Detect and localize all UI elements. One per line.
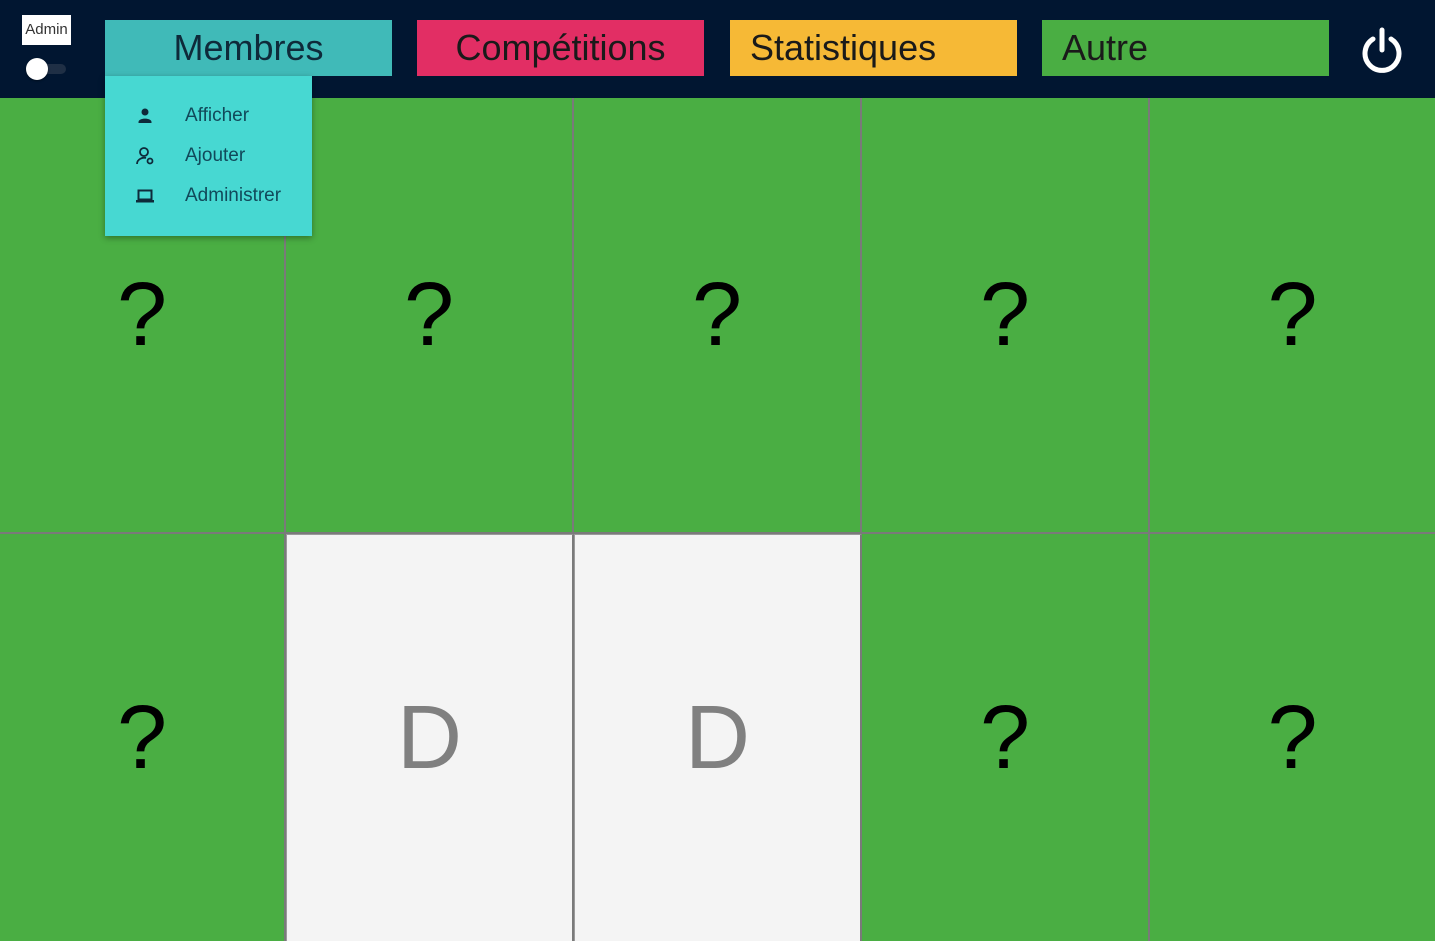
admin-label: Admin xyxy=(22,15,71,45)
admin-toggle-knob xyxy=(26,58,48,80)
menu-item-label: Ajouter xyxy=(185,145,246,166)
cell-label: D xyxy=(685,688,750,788)
cell-label: ? xyxy=(403,265,455,365)
cell-label: ? xyxy=(979,265,1031,365)
cell-label: D xyxy=(397,688,462,788)
grid-cell[interactable]: ? xyxy=(286,98,574,534)
grid-cell-revealed[interactable]: D xyxy=(286,534,574,941)
cell-label: ? xyxy=(979,687,1031,788)
person-add-icon xyxy=(135,146,155,166)
cell-label: ? xyxy=(1267,687,1318,788)
grid-cell[interactable]: ? xyxy=(0,534,286,941)
menu-item-label: Afficher xyxy=(185,105,250,126)
nav-membres-button[interactable]: Membres xyxy=(105,20,392,76)
cell-label: ? xyxy=(691,265,743,365)
grid-cell[interactable]: ? xyxy=(1150,98,1435,534)
membres-dropdown-menu: Afficher Ajouter Administrer xyxy=(105,76,312,236)
menu-item-administrer[interactable]: Administrer xyxy=(105,176,312,216)
grid-cell[interactable]: ? xyxy=(862,534,1150,941)
grid-cell-revealed[interactable]: D xyxy=(574,534,862,941)
menu-item-afficher[interactable]: Afficher xyxy=(105,96,312,136)
person-icon xyxy=(135,106,155,126)
cell-label: ? xyxy=(116,687,168,788)
nav-competitions-button[interactable]: Compétitions xyxy=(417,20,704,76)
cell-label: ? xyxy=(1267,265,1318,365)
power-icon[interactable] xyxy=(1356,26,1408,78)
admin-toggle[interactable] xyxy=(24,57,68,81)
laptop-icon xyxy=(135,186,155,206)
grid-cell[interactable]: ? xyxy=(574,98,862,534)
menu-item-label: Administrer xyxy=(185,185,282,206)
nav-statistiques-button[interactable]: Statistiques xyxy=(730,20,1017,76)
cell-label: ? xyxy=(116,265,168,365)
nav-autre-button[interactable]: Autre xyxy=(1042,20,1329,76)
grid-cell[interactable]: ? xyxy=(862,98,1150,534)
grid-cell[interactable]: ? xyxy=(1150,534,1435,941)
menu-item-ajouter[interactable]: Ajouter xyxy=(105,136,312,176)
